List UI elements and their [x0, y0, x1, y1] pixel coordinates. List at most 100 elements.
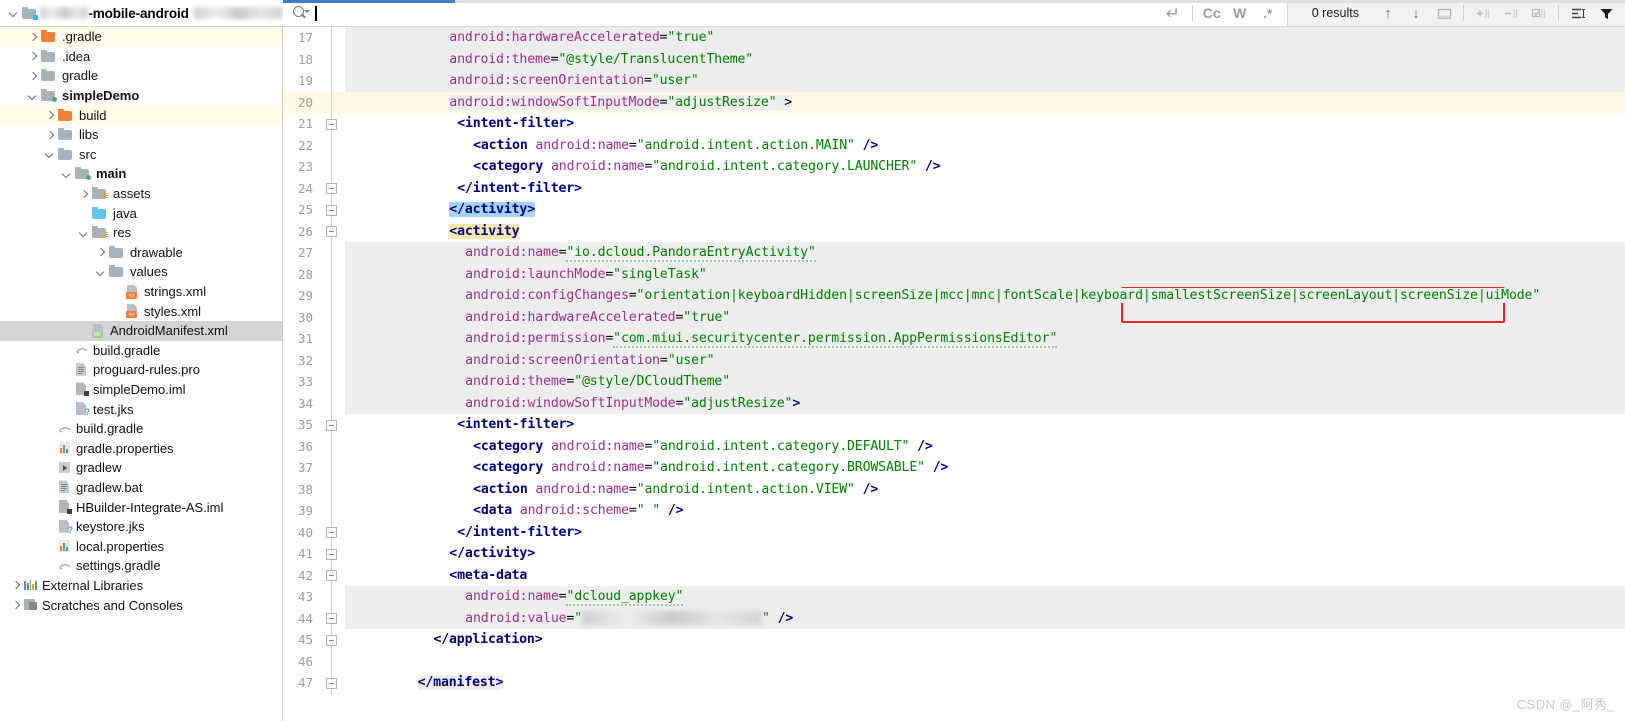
tree-item-build[interactable]: build — [0, 105, 282, 125]
tree-item-simpledemo[interactable]: simpleDemo — [0, 86, 282, 106]
tree-item-simpledemo-iml[interactable]: simpleDemo.iml — [0, 380, 282, 400]
fold-marker-icon[interactable] — [326, 183, 337, 194]
code-line[interactable]: 42 <meta-data — [283, 564, 1625, 586]
fold-marker-icon[interactable] — [326, 419, 337, 431]
tree-item-keystore-jks[interactable]: ? keystore.jks — [0, 517, 282, 537]
fold-gutter[interactable] — [319, 521, 344, 543]
fold-gutter[interactable] — [319, 48, 344, 70]
code-text[interactable]: android:screenOrientation="user" — [370, 350, 1625, 372]
fold-marker-icon[interactable] — [326, 118, 337, 130]
code-line[interactable]: 45 </application> — [283, 629, 1625, 651]
code-line[interactable]: 25 </activity> — [283, 199, 1625, 221]
tree-item-idea[interactable]: .idea — [0, 47, 282, 67]
fold-marker-icon[interactable] — [326, 527, 337, 538]
code-text[interactable]: android:name="io.dcloud.PandoraEntryActi… — [370, 242, 1625, 264]
code-text[interactable] — [370, 651, 1625, 673]
fold-gutter[interactable] — [319, 650, 344, 672]
project-tree-header[interactable]: -mobile-android — [0, 0, 283, 27]
fold-gutter[interactable] — [319, 457, 344, 479]
fold-gutter[interactable] — [319, 285, 344, 307]
chevron-right-icon[interactable] — [25, 48, 41, 64]
fold-gutter[interactable] — [319, 220, 344, 242]
tree-item-styles-xml[interactable]: <> styles.xml — [0, 301, 282, 321]
code-text[interactable]: <action android:name="android.intent.act… — [370, 479, 1625, 501]
code-text[interactable]: android:hardwareAccelerated="true" — [370, 27, 1625, 49]
fold-gutter[interactable] — [319, 242, 344, 264]
filter-icon[interactable] — [1593, 1, 1619, 25]
code-line[interactable]: 29 android:configChanges="orientation|key… — [283, 285, 1625, 307]
code-line[interactable]: 38 <action android:name="android.intent.a… — [283, 478, 1625, 501]
fold-marker-icon[interactable] — [326, 634, 337, 646]
code-text[interactable]: <category android:name="android.intent.c… — [370, 436, 1625, 458]
code-line[interactable]: 27 android:name="io.dcloud.PandoraEntryAc… — [283, 242, 1625, 264]
fold-gutter[interactable] — [319, 328, 344, 350]
code-text[interactable]: </activity> — [370, 543, 1625, 565]
fold-gutter[interactable] — [319, 478, 344, 500]
tree-item-scratches-and-consoles[interactable]: Scratches and Consoles — [0, 595, 282, 615]
code-line[interactable]: 35 <intent-filter> — [283, 414, 1625, 436]
tree-item-androidmanifest-xml[interactable]: MF AndroidManifest.xml — [0, 320, 282, 341]
code-line[interactable]: 41 </activity> — [283, 543, 1625, 565]
code-line[interactable]: 47 </manifest> — [283, 672, 1625, 694]
code-text[interactable]: <intent-filter> — [370, 113, 1625, 135]
fold-gutter[interactable] — [319, 156, 344, 178]
code-text[interactable]: android:screenOrientation="user" — [370, 70, 1625, 92]
code-text[interactable]: </activity> — [370, 199, 1625, 221]
fold-marker-icon[interactable] — [326, 677, 337, 689]
tree-item-local-properties[interactable]: local.properties — [0, 536, 282, 556]
fold-marker-icon[interactable] — [326, 548, 337, 560]
code-line[interactable]: 23 <category android:name="android.intent… — [283, 156, 1625, 178]
code-text[interactable]: <intent-filter> — [370, 414, 1625, 436]
fold-gutter[interactable] — [319, 306, 344, 328]
tree-item-gradle[interactable]: gradle — [0, 66, 282, 86]
code-line[interactable]: 34 android:windowSoftInputMode="adjustRes… — [283, 392, 1625, 415]
chevron-down-icon[interactable] — [93, 264, 109, 280]
code-line[interactable]: 18 android:theme="@style/TranslucentTheme… — [283, 48, 1625, 71]
tree-item-external-libraries[interactable]: External Libraries — [0, 576, 282, 596]
code-text[interactable]: <category android:name="android.intent.c… — [370, 156, 1625, 178]
code-text[interactable]: <category android:name="android.intent.c… — [370, 457, 1625, 479]
code-text[interactable]: android:theme="@style/TranslucentTheme" — [370, 49, 1625, 71]
fold-gutter[interactable] — [319, 263, 344, 285]
search-icon[interactable] — [291, 4, 310, 22]
fold-gutter[interactable] — [319, 349, 344, 371]
fold-gutter[interactable] — [319, 392, 344, 414]
code-text[interactable]: </manifest> — [370, 672, 1625, 694]
code-line[interactable]: 21 <intent-filter> — [283, 113, 1625, 135]
match-case-toggle[interactable]: Cc — [1199, 1, 1225, 25]
code-text[interactable]: android:value=" " /> — [370, 608, 1625, 630]
code-text[interactable]: </application> — [370, 629, 1625, 651]
code-line[interactable]: 37 <category android:name="android.intent… — [283, 457, 1625, 479]
tree-item-main[interactable]: main — [0, 164, 282, 184]
code-text[interactable]: android:permission="com.miui.securitycen… — [370, 328, 1625, 350]
chevron-right-icon[interactable] — [93, 244, 109, 260]
code-line[interactable]: 31 android:permission="com.miui.securityc… — [283, 328, 1625, 350]
fold-gutter[interactable] — [319, 27, 344, 49]
newline-icon[interactable]: ↵ — [1160, 1, 1186, 25]
code-text[interactable]: <data android:scheme=" " /> — [370, 500, 1625, 522]
chevron-down-icon[interactable] — [42, 146, 58, 162]
code-text[interactable]: </intent-filter> — [370, 178, 1625, 200]
find-next-button[interactable]: ↓ — [1403, 1, 1429, 25]
tree-item-proguard-rules-pro[interactable]: proguard-rules.pro — [0, 360, 282, 380]
fold-marker-icon[interactable] — [326, 226, 337, 237]
tree-item-build-gradle[interactable]: build.gradle — [0, 341, 282, 361]
code-text[interactable]: android:windowSoftInputMode="adjustResiz… — [370, 393, 1625, 415]
tree-item-build-gradle[interactable]: build.gradle — [0, 419, 282, 439]
project-tree[interactable]: .gradle .idea gradle simpleDemo build libs src… — [0, 27, 283, 721]
chevron-down-icon[interactable] — [6, 5, 22, 21]
chevron-right-icon[interactable] — [25, 29, 41, 45]
chevron-right-icon[interactable] — [25, 68, 41, 84]
find-prev-button[interactable]: ↑ — [1375, 1, 1401, 25]
code-text[interactable]: </intent-filter> — [370, 522, 1625, 544]
tree-item-gradle-properties[interactable]: gradle.properties — [0, 438, 282, 458]
chevron-right-icon[interactable] — [42, 127, 58, 143]
code-line[interactable]: 19 android:screenOrientation="user" — [283, 70, 1625, 92]
code-line[interactable]: 24 </intent-filter> — [283, 177, 1625, 200]
code-line[interactable]: 33 android:theme="@style/DCloudTheme" — [283, 371, 1625, 393]
code-line[interactable]: 22 <action android:name="android.intent.a… — [283, 134, 1625, 156]
code-text[interactable]: android:launchMode="singleTask" — [370, 264, 1625, 286]
fold-gutter[interactable] — [319, 113, 344, 135]
tree-item-settings-gradle[interactable]: settings.gradle — [0, 556, 282, 576]
regex-toggle[interactable]: .* — [1255, 1, 1281, 25]
